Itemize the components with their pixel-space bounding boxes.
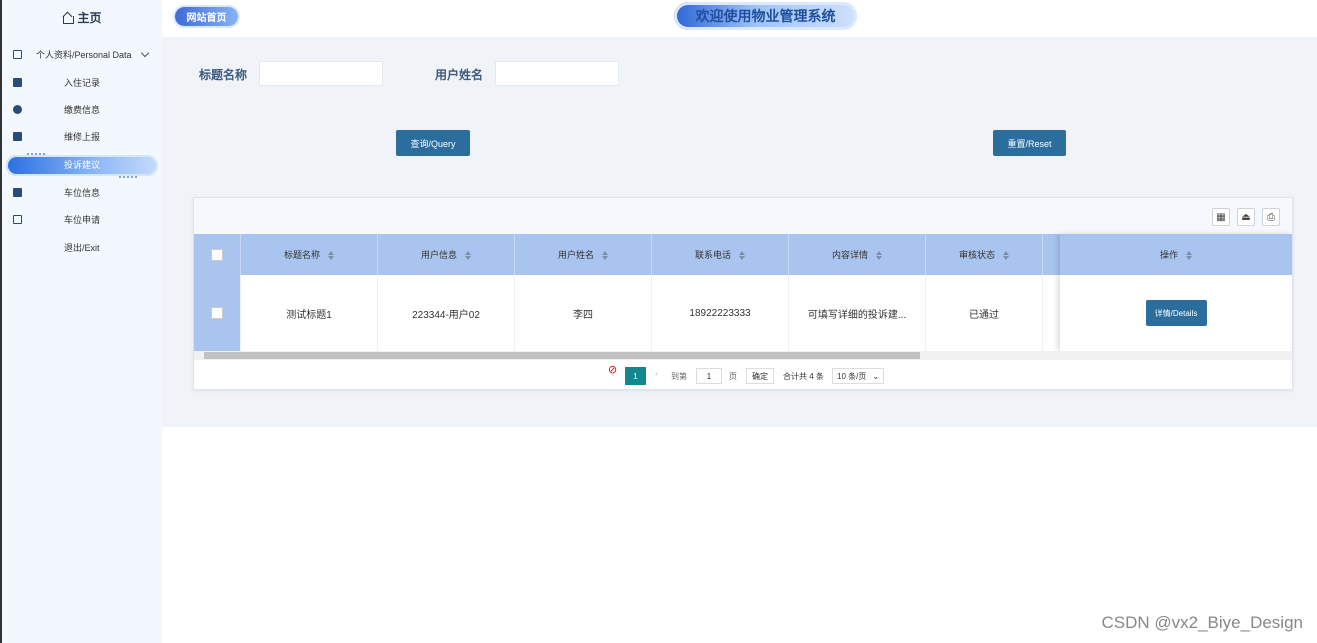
sidebar-item-label: 退出/Exit bbox=[64, 242, 100, 253]
goto-page-input[interactable]: 1 bbox=[696, 368, 722, 384]
table-toolbar: ▦ ⏏ ⎙ bbox=[194, 198, 1292, 234]
cell-title: 测试标题1 bbox=[241, 275, 378, 351]
total-count: 合计共 4 条 bbox=[783, 372, 824, 381]
column-header-actions[interactable]: 操作 bbox=[1060, 234, 1292, 275]
book-icon bbox=[13, 187, 22, 197]
column-header-content[interactable]: 内容详情 bbox=[789, 234, 926, 275]
select-all-cell bbox=[194, 234, 241, 275]
column-header-label: 内容详情 bbox=[831, 250, 868, 260]
sidebar-item-label: 车位信息 bbox=[64, 187, 101, 198]
site-home-button[interactable]: 网站首页 bbox=[175, 7, 238, 26]
sidebar: 主页 个人资料/Personal Data 入住记录 缴费信息 维修上报 投诉建… bbox=[2, 0, 162, 643]
sidebar-item-label: 车位申请 bbox=[64, 215, 101, 226]
actions-cell: 详情/Details bbox=[1060, 275, 1292, 351]
print-icon[interactable]: ⎙ bbox=[1262, 208, 1280, 226]
sidebar-item-payment-info[interactable]: 缴费信息 bbox=[2, 96, 162, 123]
home-link[interactable]: 主页 bbox=[2, 0, 162, 34]
cell-content: 可填写详细的投诉建... bbox=[789, 275, 926, 351]
sign-in-icon bbox=[13, 215, 22, 225]
goto-confirm-button[interactable]: 确定 bbox=[746, 368, 774, 384]
badge-icon bbox=[13, 104, 22, 114]
column-header-label: 操作 bbox=[1159, 250, 1178, 260]
sidebar-item-complaints[interactable]: 投诉建议 bbox=[2, 151, 162, 179]
pagination: ⊘ ‹ 1 › 到第 1 页 确定 合计共 4 条 10 条/页 ⌄ bbox=[194, 363, 1292, 389]
top-bar: 网站首页 欢迎使用物业管理系统 bbox=[162, 0, 1317, 37]
sidebar-item-label: 入住记录 bbox=[64, 77, 101, 88]
column-header-label: 联系电话 bbox=[694, 250, 731, 260]
title-search-input[interactable] bbox=[259, 61, 383, 86]
sidebar-item-repair-report[interactable]: 维修上报 bbox=[2, 123, 162, 150]
sidebar-item-checkin-records[interactable]: 入住记录 bbox=[2, 68, 162, 95]
user-search-input[interactable] bbox=[495, 61, 619, 86]
chevron-down-icon bbox=[140, 48, 150, 58]
column-header-phone[interactable]: 联系电话 bbox=[652, 234, 789, 275]
calendar-icon bbox=[13, 132, 22, 142]
home-label: 主页 bbox=[77, 10, 102, 25]
sort-icon[interactable] bbox=[739, 250, 745, 260]
column-header-label: 用户信息 bbox=[420, 250, 457, 260]
sidebar-item-parking-apply[interactable]: 车位申请 bbox=[2, 206, 162, 233]
document-icon bbox=[13, 50, 22, 60]
sort-icon[interactable] bbox=[1186, 250, 1192, 260]
home-icon bbox=[62, 12, 75, 24]
bookmark-icon bbox=[13, 77, 22, 87]
export-icon[interactable]: ⏏ bbox=[1237, 208, 1255, 226]
sidebar-item-label: 个人资料/Personal Data bbox=[36, 50, 132, 61]
sidebar-item-label: 维修上报 bbox=[64, 132, 101, 143]
sort-icon[interactable] bbox=[1003, 250, 1009, 260]
title-search-label: 标题名称 bbox=[199, 68, 248, 82]
select-all-checkbox[interactable] bbox=[211, 248, 223, 261]
column-header-label: 审核状态 bbox=[958, 250, 995, 260]
sort-icon[interactable] bbox=[328, 250, 334, 260]
sort-icon[interactable] bbox=[876, 250, 882, 260]
sidebar-item-label: 缴费信息 bbox=[64, 104, 101, 115]
user-search-label: 用户姓名 bbox=[435, 68, 484, 82]
cell-status: 已通过 bbox=[926, 275, 1043, 351]
page-number[interactable]: 1 bbox=[625, 367, 646, 385]
page-title: 欢迎使用物业管理系统 bbox=[674, 2, 857, 30]
query-button[interactable]: 查询/Query bbox=[396, 130, 470, 156]
cell-phone: 18922223333 bbox=[652, 275, 789, 351]
page-size-select[interactable]: 10 条/页 ⌄ bbox=[832, 368, 884, 384]
prev-page-icon[interactable]: ‹ bbox=[611, 369, 614, 378]
cell-user-name: 李四 bbox=[515, 275, 652, 351]
scrollbar-thumb[interactable] bbox=[204, 352, 920, 359]
column-header-label: 用户姓名 bbox=[557, 250, 594, 260]
column-header-user-name[interactable]: 用户姓名 bbox=[515, 234, 652, 275]
main-content: 标题名称 用户姓名 查询/Query 重置/Reset ▦ ⏏ ⎙ 标题名称 用… bbox=[162, 37, 1317, 427]
column-header-label: 标题名称 bbox=[283, 250, 320, 260]
next-page-icon[interactable]: › bbox=[655, 369, 658, 378]
fixed-actions-column: 操作 详情/Details bbox=[1060, 234, 1292, 351]
sidebar-item-exit[interactable]: 退出/Exit bbox=[2, 233, 162, 260]
sidebar-item-personal-data[interactable]: 个人资料/Personal Data bbox=[2, 41, 162, 68]
sort-icon[interactable] bbox=[465, 250, 471, 260]
sidebar-item-parking-info[interactable]: 车位信息 bbox=[2, 179, 162, 206]
page-size-value: 10 条/页 bbox=[837, 371, 867, 381]
goto-label: 到第 bbox=[671, 372, 687, 381]
reset-button[interactable]: 重置/Reset bbox=[993, 130, 1066, 156]
column-header-status[interactable]: 审核状态 bbox=[926, 234, 1043, 275]
details-button[interactable]: 详情/Details bbox=[1145, 300, 1207, 326]
data-table: ▦ ⏏ ⎙ 标题名称 用户信息 用户姓名 联系电话 内容详情 审核状态 测试标题 bbox=[193, 197, 1293, 390]
row-select-cell bbox=[194, 275, 241, 351]
horizontal-scrollbar[interactable] bbox=[194, 351, 1292, 360]
sidebar-item-label: 投诉建议 bbox=[64, 160, 101, 171]
column-header-title[interactable]: 标题名称 bbox=[241, 234, 378, 275]
cell-user-info: 223344-用户02 bbox=[378, 275, 515, 351]
decor-dots bbox=[118, 175, 138, 178]
sidebar-menu: 个人资料/Personal Data 入住记录 缴费信息 维修上报 投诉建议 车… bbox=[2, 41, 162, 261]
column-header-user-info[interactable]: 用户信息 bbox=[378, 234, 515, 275]
app-window: 主页 个人资料/Personal Data 入住记录 缴费信息 维修上报 投诉建… bbox=[0, 0, 1317, 643]
chevron-down-icon: ⌄ bbox=[872, 371, 880, 381]
watermark: CSDN @vx2_Biye_Design bbox=[1101, 613, 1303, 632]
columns-icon[interactable]: ▦ bbox=[1212, 208, 1230, 226]
row-checkbox[interactable] bbox=[211, 307, 223, 319]
sort-icon[interactable] bbox=[602, 250, 608, 260]
page-unit-label: 页 bbox=[729, 372, 737, 381]
